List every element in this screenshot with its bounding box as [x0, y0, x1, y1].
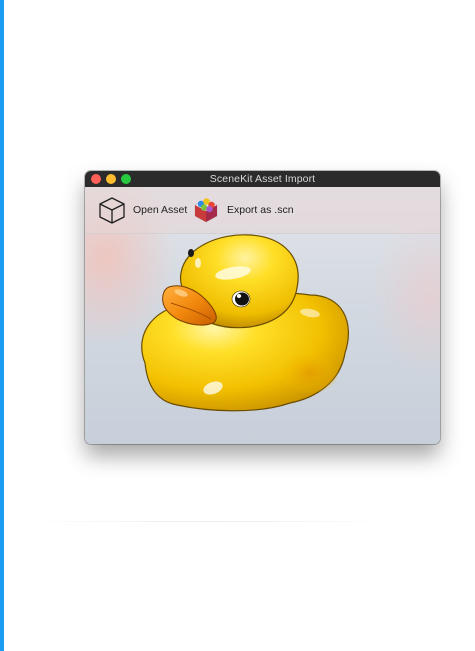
export-scn-button[interactable]: Export as .scn	[191, 195, 294, 225]
app-window: SceneKit Asset Import Open Asset Export …	[85, 171, 440, 444]
title-bar[interactable]: SceneKit Asset Import	[85, 171, 440, 187]
open-asset-button[interactable]: Open Asset	[97, 195, 187, 225]
duck-model	[141, 234, 349, 412]
cube-icon	[99, 197, 125, 224]
scene-view[interactable]	[85, 233, 440, 444]
open-asset-label: Open Asset	[133, 204, 188, 216]
toolbar: Open Asset Export as .scn	[85, 187, 440, 234]
export-scn-label: Export as .scn	[227, 204, 294, 216]
window-title: SceneKit Asset Import	[209, 173, 316, 185]
left-accent-bar	[0, 0, 4, 651]
window-content: Open Asset Export as .scn	[85, 187, 440, 444]
divider	[30, 521, 390, 522]
scenekit-icon	[194, 198, 218, 223]
